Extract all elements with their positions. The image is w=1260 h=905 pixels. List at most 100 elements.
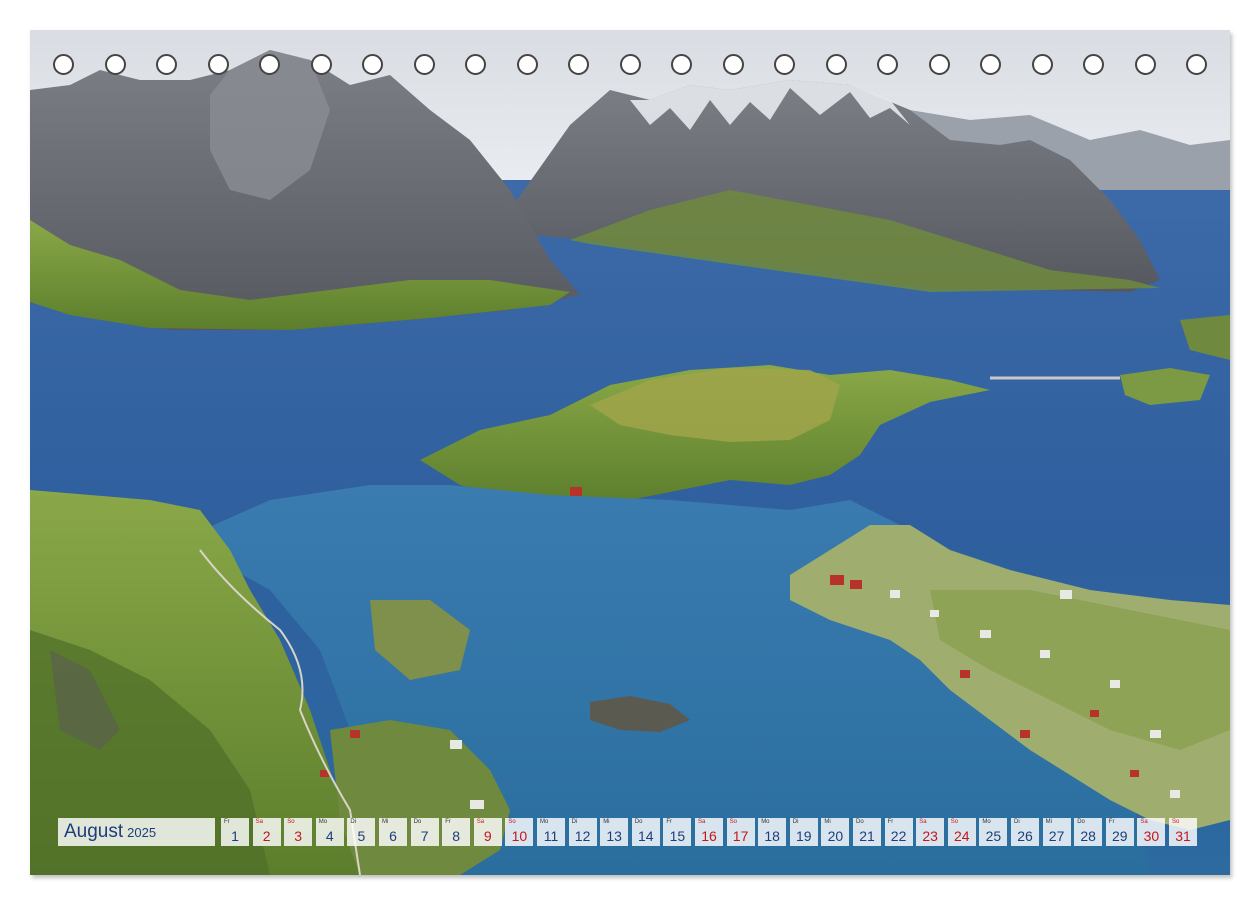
day-cell: Di 5 <box>347 818 376 846</box>
day-number: 1 <box>231 828 239 844</box>
day-number: 29 <box>1112 828 1128 844</box>
weekday-label: Di <box>792 819 799 825</box>
binding-hole <box>413 54 435 75</box>
day-cell: Mi 6 <box>379 818 407 846</box>
day-cell: Mo 4 <box>315 818 344 846</box>
weekday-label: Sa <box>919 819 927 825</box>
weekday-label: So <box>950 819 959 825</box>
day-cell: So 31 <box>1169 818 1197 846</box>
binding-hole <box>156 54 177 75</box>
day-number: 28 <box>1080 828 1096 844</box>
day-number: 16 <box>701 828 717 844</box>
day-cell: Mi 27 <box>1042 818 1071 846</box>
day-cell: Mo 11 <box>537 818 565 846</box>
weekday-label: Do <box>634 819 643 825</box>
day-number: 18 <box>764 828 780 844</box>
binding-hole <box>774 54 795 75</box>
day-cell: Di 26 <box>1011 818 1039 846</box>
weekday-label: Do <box>1077 819 1085 825</box>
weekday-label: Fr <box>445 819 451 825</box>
binding-hole <box>825 54 847 75</box>
day-number: 10 <box>511 828 528 844</box>
weekday-label: So <box>1172 819 1180 825</box>
weekday-label: Fr <box>887 819 894 825</box>
day-cell: Sa 9 <box>473 818 502 846</box>
day-number: 15 <box>669 828 686 844</box>
day-cell: Fr 22 <box>884 818 913 846</box>
day-cell: Mi 20 <box>821 818 850 846</box>
calendar-strip: August 2025 Fr 1 Sa 2 So 3 Mo 4 Di 5 Mi 6 Do 7 Fr 8 Sa 9 So… <box>58 818 1206 846</box>
weekday-label: Sa <box>255 819 263 825</box>
day-number: 27 <box>1048 828 1065 844</box>
binding-hole <box>877 54 898 75</box>
day-cell: Sa 23 <box>916 818 945 846</box>
day-cell: Do 14 <box>631 818 660 846</box>
day-number: 13 <box>606 828 622 844</box>
day-number: 19 <box>796 828 812 844</box>
day-number: 31 <box>1175 828 1191 844</box>
weekday-label: Fr <box>1108 819 1115 825</box>
weekday-label: Sa <box>1140 819 1148 825</box>
day-cell: Mi 13 <box>600 818 629 846</box>
binding-hole <box>1186 54 1207 75</box>
day-number: 24 <box>954 828 970 844</box>
day-number: 3 <box>294 828 303 844</box>
weekday-label: Sa <box>476 819 485 825</box>
binding-hole <box>465 54 486 75</box>
day-cell: So 17 <box>726 818 755 846</box>
day-cell: Mo 18 <box>758 818 787 846</box>
day-number: 5 <box>357 828 366 844</box>
month-label: August 2025 <box>58 818 215 846</box>
weekday-label: Do <box>413 819 422 825</box>
day-number: 25 <box>985 828 1002 844</box>
binding-hole <box>516 54 538 75</box>
binding-hole <box>259 54 280 75</box>
weekday-label: Fr <box>224 819 230 825</box>
binding-hole <box>671 54 692 75</box>
binding-holes <box>30 54 1230 82</box>
day-cell: Di 19 <box>789 818 818 846</box>
day-cell: Di 12 <box>568 818 597 846</box>
day-cell: So 3 <box>284 818 313 846</box>
weekday-label: Sa <box>698 819 706 825</box>
day-cell: Fr 15 <box>663 818 692 846</box>
binding-hole <box>619 54 641 75</box>
fjord-landscape-photo <box>30 30 1230 875</box>
day-number: 22 <box>890 828 907 844</box>
day-number: 4 <box>325 828 334 844</box>
binding-hole <box>568 54 589 75</box>
weekday-label: Mo <box>318 819 328 825</box>
day-number: 21 <box>859 828 875 844</box>
binding-hole <box>362 54 383 75</box>
weekday-label: So <box>508 819 516 825</box>
day-number: 17 <box>732 828 749 844</box>
weekday-label: Mi <box>1045 819 1052 825</box>
weekday-label: Di <box>1014 819 1020 825</box>
day-cell: Mo 25 <box>979 818 1008 846</box>
weekday-label: So <box>287 819 295 825</box>
weekday-label: Mi <box>824 819 831 825</box>
day-number: 9 <box>483 828 492 844</box>
day-cell: So 10 <box>505 818 534 846</box>
weekday-label: Mi <box>603 819 610 825</box>
binding-hole <box>928 54 950 75</box>
day-number: 23 <box>922 828 938 844</box>
binding-hole <box>1134 54 1156 75</box>
day-number: 7 <box>420 828 429 844</box>
binding-hole <box>104 54 126 75</box>
weekday-label: Do <box>856 819 864 825</box>
weekday-label: Di <box>571 819 578 825</box>
day-number: 8 <box>452 828 461 844</box>
day-cell: Do 28 <box>1074 818 1103 846</box>
binding-hole <box>722 54 744 75</box>
weekday-label: So <box>729 819 737 825</box>
day-cell: Fr 8 <box>442 818 471 846</box>
weekday-label: Mi <box>382 819 389 825</box>
day-number: 11 <box>543 828 559 844</box>
binding-hole <box>207 54 229 75</box>
binding-hole <box>1031 54 1053 75</box>
day-cell: Sa 16 <box>695 818 723 846</box>
weekday-label: Mo <box>761 819 770 825</box>
weekday-label: Fr <box>666 819 673 825</box>
weekday-label: Di <box>350 819 357 825</box>
